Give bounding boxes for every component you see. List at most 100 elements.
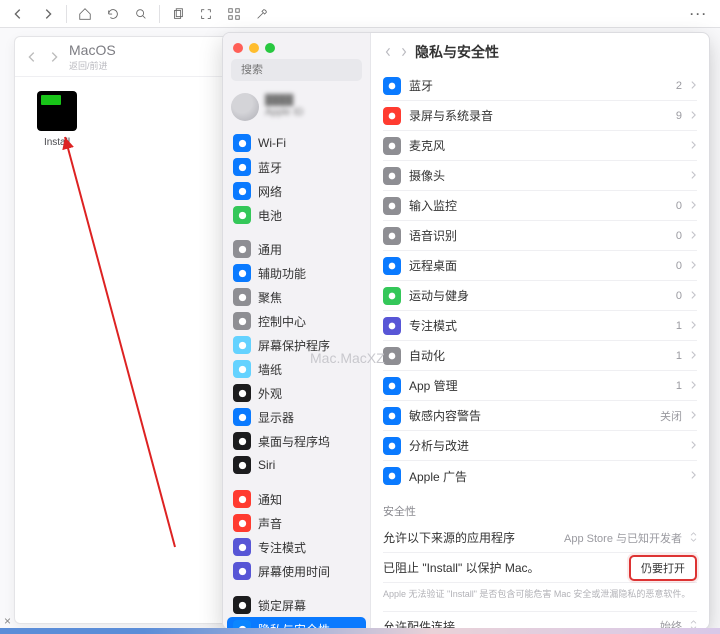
window-controls[interactable]: [223, 33, 370, 59]
sidebar-item-gear[interactable]: 通用: [227, 237, 366, 261]
search-input[interactable]: [241, 64, 383, 76]
grid-button[interactable]: [220, 2, 248, 26]
privacy-row-fitness[interactable]: 运动与健身0: [383, 281, 697, 311]
sidebar-user[interactable]: ████ Apple ID: [223, 89, 370, 129]
row-value: 1: [676, 380, 682, 392]
sidebar-item-label: 外观: [258, 385, 282, 402]
sidebar-item-battery[interactable]: 电池: [227, 203, 366, 227]
copy-button[interactable]: [164, 2, 192, 26]
focus-icon: [383, 317, 401, 335]
finder-back-icon[interactable]: [25, 50, 39, 64]
wallpaper-icon: [233, 360, 251, 378]
content-forward-icon[interactable]: [399, 46, 409, 58]
sidebar-item-screensaver[interactable]: 屏幕保护程序: [227, 333, 366, 357]
nav-back-button[interactable]: [4, 2, 32, 26]
fullscreen-button[interactable]: [192, 2, 220, 26]
privacy-row-automation[interactable]: 自动化1: [383, 341, 697, 371]
privacy-row-speech[interactable]: 语音识别 0: [383, 221, 697, 251]
allow-sources-row[interactable]: 允许以下来源的应用程序 App Store 与已知开发者: [383, 523, 697, 553]
chevron-right-icon: [690, 439, 697, 453]
sidebar-item-network[interactable]: 网络: [227, 179, 366, 203]
focus-icon: [233, 538, 251, 556]
row-value: 0: [676, 230, 682, 242]
privacy-row-bluetooth[interactable]: 蓝牙2: [383, 71, 697, 101]
allow-sources-value: App Store 与已知开发者: [564, 530, 682, 546]
row-label: 录屏与系统录音: [409, 107, 668, 124]
privacy-row-mic[interactable]: 麦克风: [383, 131, 697, 161]
privacy-row-remote[interactable]: 远程桌面0: [383, 251, 697, 281]
sidebar-item-focus[interactable]: 专注模式: [227, 535, 366, 559]
privacy-row-keyboard[interactable]: 输入监控0: [383, 191, 697, 221]
bottom-close[interactable]: ×: [4, 614, 11, 628]
sidebar-item-sliders[interactable]: 控制中心: [227, 309, 366, 333]
sidebar-item-label: 蓝牙: [258, 159, 282, 176]
automation-icon: [383, 347, 401, 365]
tool-button[interactable]: [248, 2, 276, 26]
sidebar-item-accessibility[interactable]: 辅助功能: [227, 261, 366, 285]
privacy-row-ads[interactable]: Apple 广告: [383, 461, 697, 491]
sidebar-item-bell[interactable]: 通知: [227, 487, 366, 511]
sidebar-item-label: Wi-Fi: [258, 136, 286, 150]
sidebar-item-lock[interactable]: 锁定屏幕: [227, 593, 366, 617]
sidebar-item-wallpaper[interactable]: 墙纸: [227, 357, 366, 381]
open-anyway-button[interactable]: 仍要打开: [629, 555, 697, 581]
sidebar-item-label: 电池: [258, 207, 282, 224]
row-value: 9: [676, 110, 682, 122]
privacy-row-record[interactable]: 录屏与系统录音 9: [383, 101, 697, 131]
zoom-button[interactable]: [127, 2, 155, 26]
sidebar-item-siri[interactable]: Siri: [227, 453, 366, 477]
finder-title: MacOS: [69, 42, 116, 58]
battery-icon: [233, 206, 251, 224]
display-icon: [233, 408, 251, 426]
search-field[interactable]: [231, 59, 362, 81]
sidebar-item-display[interactable]: 显示器: [227, 405, 366, 429]
sidebar-item-search[interactable]: 聚焦: [227, 285, 366, 309]
sidebar-item-sound[interactable]: 声音: [227, 511, 366, 535]
sidebar-item-label: 辅助功能: [258, 265, 306, 282]
sidebar-item-label: 通用: [258, 241, 282, 258]
nav-forward-button[interactable]: [34, 2, 62, 26]
warning-icon: [383, 407, 401, 425]
sidebar-item-dock[interactable]: 桌面与程序坞: [227, 429, 366, 453]
chevron-right-icon: [690, 409, 697, 423]
app-toolbar: ···: [0, 0, 720, 28]
privacy-row-appmgmt[interactable]: App 管理1: [383, 371, 697, 401]
finder-forward-icon[interactable]: [47, 50, 61, 64]
chevron-right-icon: [690, 379, 697, 393]
sidebar-item-label: 显示器: [258, 409, 294, 426]
bell-icon: [233, 490, 251, 508]
privacy-row-analytics[interactable]: 分析与改进: [383, 431, 697, 461]
appmgmt-icon: [383, 377, 401, 395]
exec-icon: [37, 91, 77, 131]
chevron-right-icon: [690, 289, 697, 303]
content-back-icon[interactable]: [383, 46, 393, 58]
chevron-right-icon: [690, 229, 697, 243]
sidebar-item-appearance[interactable]: 外观: [227, 381, 366, 405]
home-button[interactable]: [71, 2, 99, 26]
accessory-row[interactable]: 允许配件连接 始终: [383, 611, 697, 629]
file-item-install[interactable]: Install: [29, 91, 85, 148]
sidebar-item-label: 桌面与程序坞: [258, 433, 330, 450]
refresh-button[interactable]: [99, 2, 127, 26]
privacy-row-camera[interactable]: 摄像头: [383, 161, 697, 191]
ads-icon: [383, 467, 401, 485]
file-label: Install: [29, 137, 85, 148]
chevron-updown-icon: [690, 531, 697, 545]
chevron-right-icon: [690, 199, 697, 213]
more-button[interactable]: ···: [690, 7, 708, 21]
privacy-row-warning[interactable]: 敏感内容警告关闭: [383, 401, 697, 431]
row-value: 0: [676, 290, 682, 302]
sidebar-item-wifi[interactable]: Wi-Fi: [227, 131, 366, 155]
privacy-row-focus[interactable]: 专注模式1: [383, 311, 697, 341]
row-label: 分析与改进: [409, 437, 674, 454]
sidebar-item-bluetooth[interactable]: 蓝牙: [227, 155, 366, 179]
row-label: 麦克风: [409, 137, 674, 154]
security-section-label: 安全性: [383, 503, 697, 519]
row-label: 语音识别: [409, 227, 668, 244]
maximize-icon[interactable]: [265, 43, 275, 53]
sidebar-item-hourglass[interactable]: 屏幕使用时间: [227, 559, 366, 583]
allow-sources-label: 允许以下来源的应用程序: [383, 529, 556, 546]
chevron-right-icon: [690, 109, 697, 123]
minimize-icon[interactable]: [249, 43, 259, 53]
close-icon[interactable]: [233, 43, 243, 53]
